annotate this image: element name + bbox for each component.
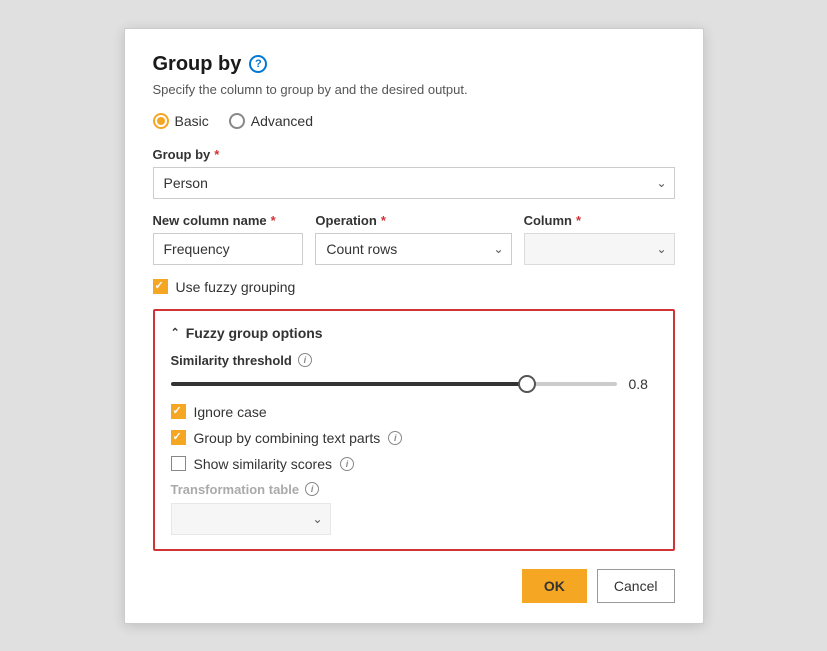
operation-select[interactable]: Count rows Sum Average Min Max [315,233,511,265]
new-column-name-required: * [271,213,276,228]
dialog-title-row: Group by ? [153,53,675,76]
fuzzy-title-text: Fuzzy group options [186,325,323,341]
radio-advanced[interactable]: Advanced [229,113,313,129]
transformation-table-select-wrapper: ⌄ [171,503,331,535]
dialog-title: Group by [153,53,242,76]
ignore-case-checkbox[interactable] [171,404,186,419]
group-by-required: * [214,147,219,162]
similarity-threshold-slider-row: 0.8 [171,376,657,392]
fuzzy-title-row: ⌃ Fuzzy group options [171,325,657,341]
column-select [524,233,675,265]
column-required: * [576,213,581,228]
group-by-section: Group by * Person Name ID ⌄ [153,147,675,199]
dialog-footer: OK Cancel [153,569,675,603]
transformation-table-select [171,503,331,535]
cancel-button[interactable]: Cancel [597,569,675,603]
column-label: Column * [524,213,675,228]
operation-label: Operation * [315,213,511,228]
operation-section: Operation * Count rows Sum Average Min M… [315,213,511,265]
transformation-table-section: Transformation table i ⌄ [171,482,657,535]
ok-button[interactable]: OK [522,569,587,603]
show-similarity-scores-checkbox[interactable] [171,456,186,471]
row-fields: New column name * Operation * Count rows… [153,213,675,265]
similarity-threshold-label: Similarity threshold i [171,353,657,368]
radio-basic-input[interactable] [153,113,169,129]
new-column-name-section: New column name * [153,213,304,265]
use-fuzzy-grouping-checkbox[interactable] [153,279,168,294]
column-section: Column * ⌄ [524,213,675,265]
transformation-table-label: Transformation table i [171,482,657,497]
use-fuzzy-grouping-row: Use fuzzy grouping [153,279,675,295]
new-column-name-input[interactable] [153,233,304,265]
group-by-select[interactable]: Person Name ID [153,167,675,199]
transformation-table-info-icon[interactable]: i [305,482,319,496]
mode-radio-group: Basic Advanced [153,113,675,129]
group-by-combining-label: Group by combining text parts [194,430,381,446]
use-fuzzy-grouping-label: Use fuzzy grouping [176,279,296,295]
similarity-threshold-thumb[interactable] [518,375,536,393]
dialog-subtitle: Specify the column to group by and the d… [153,82,675,97]
group-by-label: Group by * [153,147,675,162]
radio-advanced-label: Advanced [251,113,313,129]
fuzzy-options-box: ⌃ Fuzzy group options Similarity thresho… [153,309,675,551]
ignore-case-label: Ignore case [194,404,267,420]
group-by-combining-info-icon[interactable]: i [388,431,402,445]
radio-basic[interactable]: Basic [153,113,209,129]
group-by-dialog: Group by ? Specify the column to group b… [124,28,704,624]
group-by-select-wrapper: Person Name ID ⌄ [153,167,675,199]
radio-basic-label: Basic [175,113,209,129]
show-similarity-scores-label: Show similarity scores [194,456,332,472]
show-similarity-scores-row: Show similarity scores i [171,456,657,472]
similarity-threshold-track [171,382,617,386]
show-similarity-scores-info-icon[interactable]: i [340,457,354,471]
ignore-case-row: Ignore case [171,404,657,420]
group-by-combining-checkbox[interactable] [171,430,186,445]
similarity-threshold-value: 0.8 [629,376,657,392]
fuzzy-collapse-icon[interactable]: ⌃ [171,326,180,339]
radio-advanced-input[interactable] [229,113,245,129]
similarity-threshold-info-icon[interactable]: i [298,353,312,367]
operation-required: * [381,213,386,228]
operation-select-wrapper: Count rows Sum Average Min Max ⌄ [315,233,511,265]
group-by-combining-row: Group by combining text parts i [171,430,657,446]
help-icon[interactable]: ? [249,55,267,73]
new-column-name-label: New column name * [153,213,304,228]
column-select-wrapper: ⌄ [524,233,675,265]
